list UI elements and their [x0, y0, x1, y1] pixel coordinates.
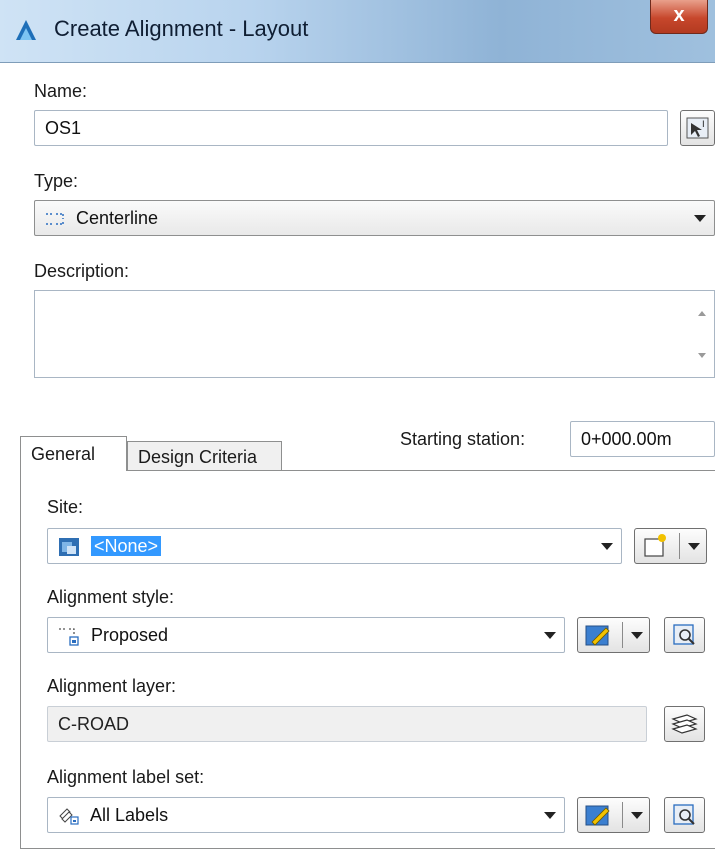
label-set-icon — [59, 808, 79, 825]
chevron-down-icon — [601, 543, 613, 550]
centerline-icon — [46, 213, 64, 225]
tab-general[interactable]: General — [20, 436, 127, 471]
site-dropdown[interactable]: <None> — [47, 528, 622, 564]
chevron-down-icon — [688, 543, 700, 550]
alignment-label-set-selected: All Labels — [90, 805, 169, 825]
layers-icon — [671, 714, 698, 734]
alignment-style-selected: Proposed — [91, 625, 169, 645]
chevron-down-icon — [544, 632, 556, 639]
alignment-style-label: Alignment style: — [47, 587, 175, 607]
type-selected: Centerline — [76, 208, 159, 228]
chevron-down-icon — [631, 632, 643, 639]
starting-station-value: 0+000.00m — [581, 429, 672, 449]
new-site-icon — [644, 534, 666, 557]
alignment-style-dropdown[interactable]: Proposed — [47, 617, 565, 653]
tab-design-criteria[interactable]: Design Criteria — [127, 441, 282, 471]
edit-label-set-button[interactable] — [577, 797, 650, 833]
layer-button[interactable] — [664, 706, 705, 742]
preview-style-button[interactable] — [664, 617, 705, 653]
edit-style-button[interactable] — [577, 617, 650, 653]
alignment-style-icon — [59, 628, 79, 646]
alignment-label-set-label: Alignment label set: — [47, 767, 205, 787]
chevron-down-icon — [631, 812, 643, 819]
description-label: Description: — [34, 261, 130, 281]
general-tab-panel — [20, 470, 715, 849]
type-dropdown[interactable]: Centerline — [34, 200, 715, 236]
starting-station-input[interactable]: 0+000.00m — [570, 421, 715, 457]
preview-icon — [673, 624, 695, 645]
alignment-layer-value: C-ROAD — [58, 714, 129, 734]
edit-style-icon — [585, 625, 610, 646]
chevron-down-icon — [694, 215, 706, 222]
close-button[interactable]: x — [650, 0, 708, 34]
civil3d-app-icon — [16, 20, 36, 40]
name-template-icon: I — [686, 117, 709, 139]
preview-label-set-button[interactable] — [664, 797, 705, 833]
alignment-label-set-dropdown[interactable]: All Labels — [47, 797, 565, 833]
edit-label-set-icon — [585, 805, 610, 826]
type-label: Type: — [34, 171, 79, 191]
title-bar: Create Alignment - Layout x — [0, 0, 715, 63]
site-selected: <None> — [91, 536, 162, 556]
svg-text:I: I — [702, 120, 705, 130]
name-input[interactable]: OS1 — [34, 110, 668, 146]
chevron-down-icon — [544, 812, 556, 819]
preview-icon — [673, 804, 695, 825]
create-site-button[interactable] — [634, 528, 707, 564]
scroll-down-icon[interactable] — [698, 353, 706, 358]
site-label: Site: — [47, 497, 84, 517]
starting-station-label: Starting station: — [400, 429, 526, 449]
alignment-layer-label: Alignment layer: — [47, 676, 177, 696]
description-textarea[interactable] — [34, 290, 715, 378]
name-template-button[interactable]: I — [680, 110, 715, 146]
name-value: OS1 — [45, 118, 82, 138]
window-title: Create Alignment - Layout — [54, 16, 309, 41]
site-icon — [59, 538, 79, 557]
scroll-up-icon[interactable] — [698, 311, 706, 316]
alignment-layer-field: C-ROAD — [47, 706, 647, 742]
name-label: Name: — [34, 81, 88, 101]
